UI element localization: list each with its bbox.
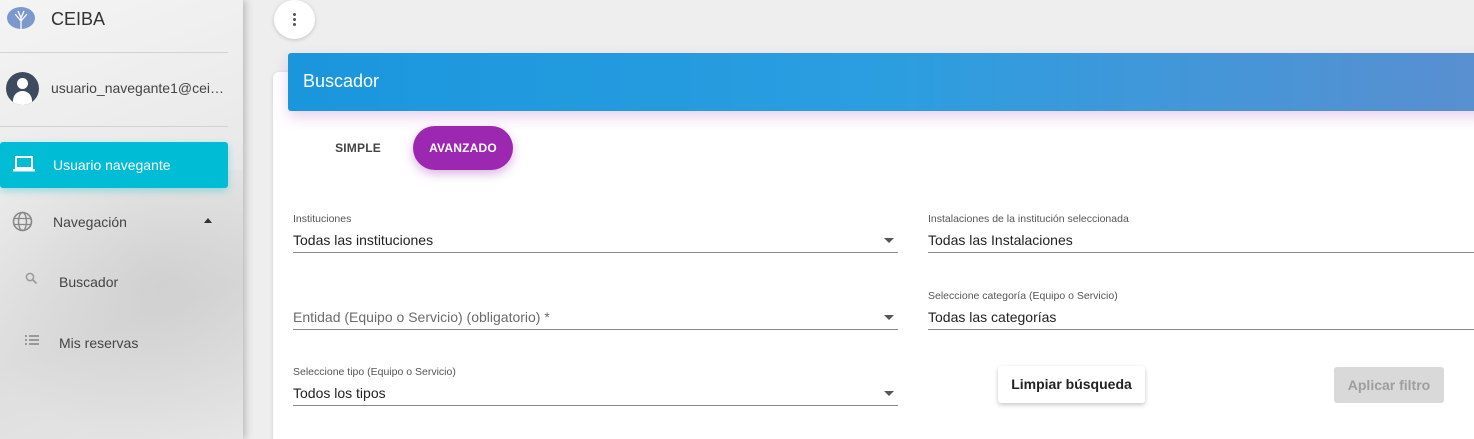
tab-simple[interactable]: SIMPLE [313, 126, 403, 170]
page-title: Buscador [303, 71, 380, 91]
divider [0, 52, 228, 53]
ceiba-tree-logo [7, 7, 35, 30]
field-label: Seleccione categoría (Equipo o Servicio) [928, 290, 1118, 302]
tipo-select[interactable]: Seleccione tipo (Equipo o Servicio) Todo… [293, 366, 898, 406]
list-icon [25, 335, 39, 345]
field-label: Seleccione tipo (Equipo o Servicio) [293, 366, 456, 378]
dropdown-arrow-icon [884, 315, 894, 320]
more-options-button[interactable] [274, 0, 315, 39]
apply-filter-button[interactable]: Aplicar filtro [1334, 367, 1444, 403]
sidebar-item-navegacion[interactable]: Navegación [0, 201, 228, 241]
brand-name: CEIBA [51, 9, 106, 29]
dropdown-arrow-icon [884, 238, 894, 243]
brand[interactable]: CEIBA [0, 0, 243, 52]
user-profile[interactable]: usuario_navegante1@ceiba... [0, 70, 243, 110]
instalaciones-select[interactable]: Instalaciones de la institución seleccio… [928, 213, 1474, 253]
categoria-select[interactable]: Seleccione categoría (Equipo o Servicio)… [928, 290, 1474, 330]
search-icon [25, 272, 38, 285]
globe-icon [12, 211, 33, 232]
field-value: Todos los tipos [293, 385, 386, 401]
laptop-icon [13, 156, 35, 172]
sidebar-item-label: Mis reservas [59, 335, 139, 351]
field-label: Instalaciones de la institución seleccio… [928, 213, 1129, 225]
divider [0, 126, 228, 127]
sidebar-item-buscador[interactable]: Buscador [0, 262, 228, 302]
field-label: Instituciones [293, 213, 352, 225]
clear-search-button[interactable]: Limpiar búsqueda [998, 366, 1145, 403]
card-header: Buscador [288, 53, 1474, 111]
caret-up-icon [204, 218, 212, 223]
field-value: Todas las categorías [928, 309, 1057, 325]
user-email: usuario_navegante1@ceiba... [51, 80, 231, 96]
sidebar-item-mis-reservas[interactable]: Mis reservas [0, 323, 228, 363]
field-value: Todas las Instalaciones [928, 232, 1073, 248]
sidebar: CEIBA usuario_navegante1@ceiba... Usuari… [0, 0, 243, 439]
field-value: Todas las instituciones [293, 232, 434, 248]
sidebar-item-usuario-navegante[interactable]: Usuario navegante [0, 142, 228, 188]
account-circle-icon [6, 72, 39, 105]
field-placeholder: Entidad (Equipo o Servicio) (obligatorio… [293, 309, 550, 325]
sidebar-item-label: Usuario navegante [53, 157, 171, 173]
tab-avanzado[interactable]: AVANZADO [413, 126, 513, 170]
sidebar-item-label: Buscador [59, 274, 119, 290]
entidad-select[interactable]: Entidad (Equipo o Servicio) (obligatorio… [293, 290, 898, 330]
sidebar-item-label: Navegación [53, 214, 127, 230]
dropdown-arrow-icon [884, 391, 894, 396]
instituciones-select[interactable]: Instituciones Todas las instituciones [293, 213, 898, 253]
